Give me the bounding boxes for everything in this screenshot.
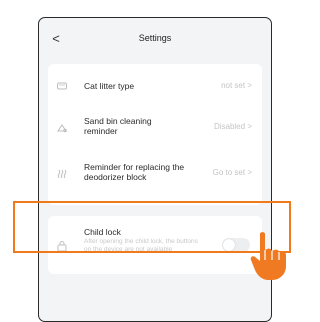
nav-bar: < Settings xyxy=(39,18,271,62)
bin-cleaning-icon xyxy=(56,122,68,134)
row-value: not set > xyxy=(221,81,252,90)
phone-screen: < Settings Cat litter type not set > San… xyxy=(38,17,272,322)
row-value: Disabled > xyxy=(213,122,252,131)
row-deodorizer-reminder[interactable]: Reminder for replacing the deodorizer bl… xyxy=(48,162,262,186)
row-label: Reminder for replacing the deodorizer bl… xyxy=(84,162,185,182)
row-label: Cat litter type xyxy=(84,81,135,91)
row-label: Sand bin cleaning reminder xyxy=(84,116,152,136)
row-cat-litter-type[interactable]: Cat litter type not set > xyxy=(48,78,262,94)
litter-box-icon xyxy=(56,80,68,92)
row-sand-bin-reminder[interactable]: Sand bin cleaning reminder Disabled > xyxy=(48,116,262,140)
page-title: Settings xyxy=(138,33,172,43)
row-value: Go to set > xyxy=(212,168,252,177)
pointing-hand-icon xyxy=(248,230,292,282)
settings-card: Cat litter type not set > Sand bin clean… xyxy=(48,64,262,205)
deodorizer-icon xyxy=(56,168,68,180)
